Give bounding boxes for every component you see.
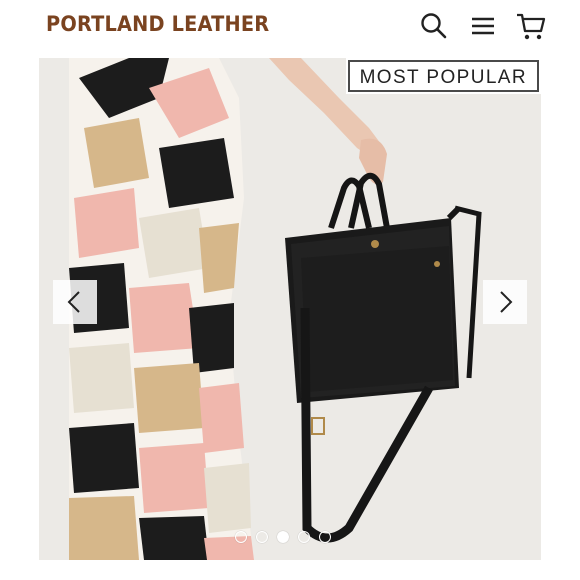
carousel-dot-5[interactable] (319, 531, 331, 543)
most-popular-badge: MOST POPULAR (347, 60, 539, 92)
product-carousel[interactable]: MOST POPULAR (39, 58, 541, 560)
search-icon (421, 13, 447, 39)
menu-button[interactable] (467, 10, 499, 42)
cart-icon (517, 13, 546, 40)
carousel-dots (235, 531, 331, 545)
carousel-dot-4[interactable] (298, 531, 310, 543)
carousel-dot-1[interactable] (235, 531, 247, 543)
brand-logo[interactable]: PORTLAND LEATHER (46, 12, 269, 36)
product-photo (39, 58, 541, 560)
carousel-next-button[interactable] (483, 280, 527, 324)
carousel-prev-button[interactable] (53, 280, 97, 324)
badge-container: MOST POPULAR (347, 60, 539, 92)
site-header: PORTLAND LEATHER (0, 0, 580, 56)
menu-icon (472, 17, 494, 35)
chevron-left-icon (67, 291, 80, 313)
cart-button[interactable] (515, 10, 547, 42)
carousel-dot-3[interactable] (277, 531, 289, 543)
search-button[interactable] (418, 10, 450, 42)
chevron-right-icon (500, 291, 513, 313)
carousel-dot-2[interactable] (256, 531, 268, 543)
